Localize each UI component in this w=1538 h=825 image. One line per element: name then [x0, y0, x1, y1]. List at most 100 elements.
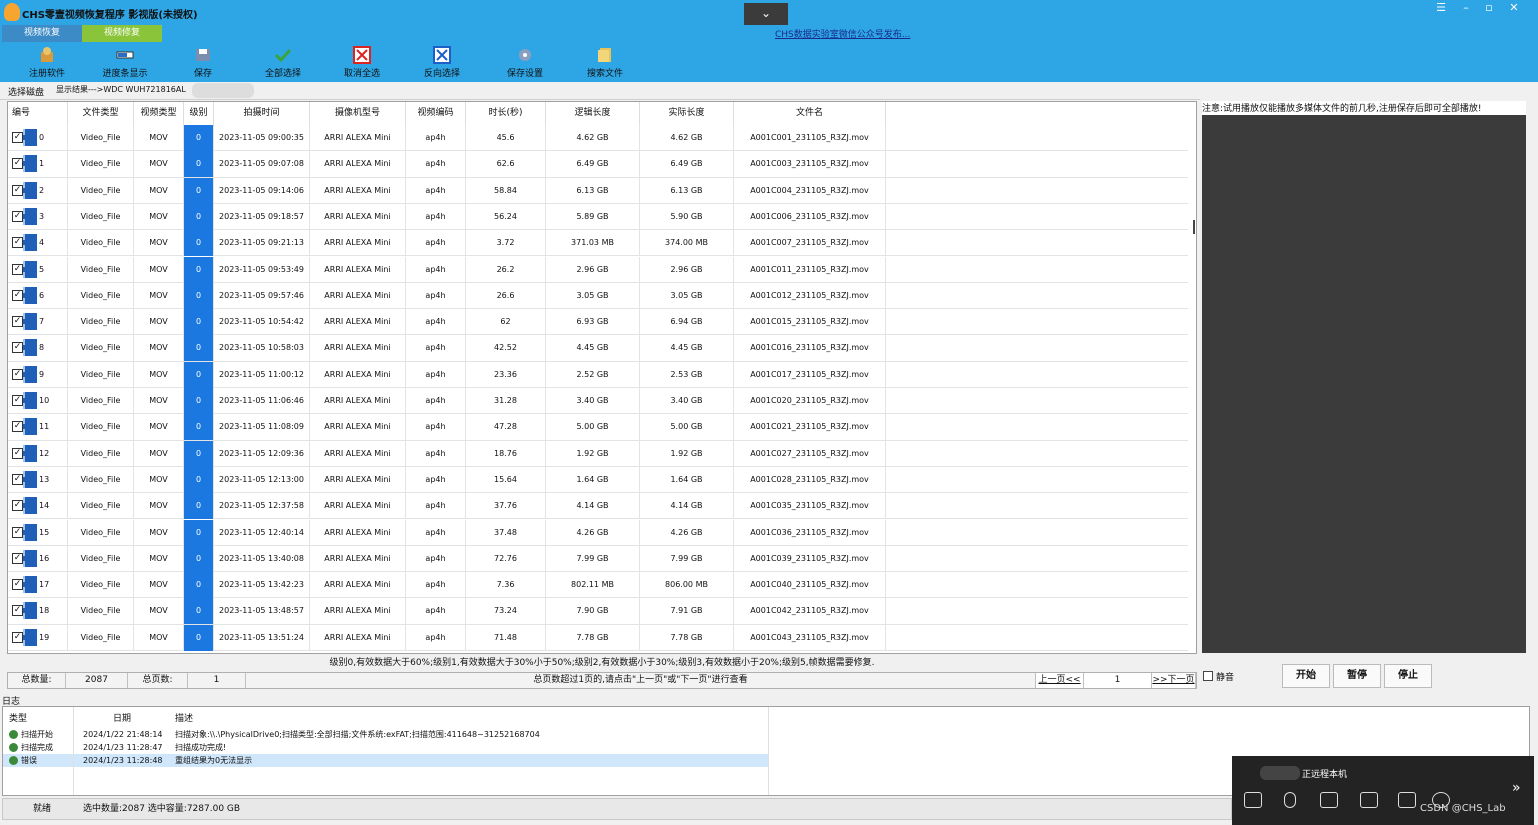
row-checkbox[interactable]: ✓ [12, 447, 23, 459]
row-checkbox[interactable]: ✓ [12, 289, 23, 301]
chat-icon[interactable] [1244, 792, 1262, 808]
row-checkbox[interactable]: ✓ [12, 158, 23, 170]
deselect-all-button[interactable]: 取消全选 [327, 46, 397, 80]
selection-status: 选中数量:2087 选中容量:7287.00 GB [83, 804, 241, 814]
row-checkbox[interactable]: ✓ [12, 631, 23, 643]
table-row[interactable]: ✓ 1 Video_File MOV 0 2023-11-05 09:07:08 ARRI … [8, 151, 1188, 178]
column-header[interactable]: 视频类型 [134, 102, 184, 125]
mute-checkbox[interactable] [1203, 671, 1213, 681]
table-row[interactable]: ✓ 11 Video_File MOV 0 2023-11-05 11:08:09 ARRI… [8, 414, 1188, 441]
column-header[interactable]: 视频编码 [406, 102, 466, 125]
pages-value: 1 [188, 673, 246, 688]
screen-icon[interactable] [1320, 792, 1338, 808]
table-row[interactable]: ✓ 17 Video_File MOV 0 2023-11-05 13:42:23 ARRI… [8, 572, 1188, 599]
cell-codec: ap4h [406, 230, 466, 257]
save-button[interactable]: 保存 [168, 46, 238, 80]
row-checkbox[interactable]: ✓ [12, 421, 23, 433]
row-checkbox[interactable]: ✓ [12, 184, 23, 196]
row-checkbox[interactable]: ✓ [12, 552, 23, 564]
row-number: 15 [39, 527, 50, 537]
pause-button[interactable]: 暂停 [1333, 664, 1381, 688]
table-row[interactable]: ✓ 18 Video_File MOV 0 2023-11-05 13:48:57 ARRI… [8, 598, 1188, 625]
prev-page-button[interactable]: 上一页<< [1036, 673, 1084, 688]
row-checkbox[interactable]: ✓ [12, 473, 23, 485]
stop-button[interactable]: 停止 [1384, 664, 1432, 688]
log-row[interactable]: 扫描开始 2024/1/22 21:48:14 扫描对象:\\.\Physica… [3, 728, 768, 741]
row-checkbox[interactable]: ✓ [12, 579, 23, 591]
next-page-button[interactable]: >>下一页 [1152, 673, 1196, 688]
row-checkbox[interactable]: ✓ [12, 316, 23, 328]
row-checkbox[interactable]: ✓ [12, 210, 23, 222]
table-row[interactable]: ✓ 4 Video_File MOV 0 2023-11-05 09:21:13 ARRI … [8, 230, 1188, 257]
tab-video-recover[interactable]: 视频恢复 [2, 25, 82, 42]
chevron-down-icon[interactable]: ⌄ [744, 3, 788, 25]
search-file-button[interactable]: 搜索文件 [570, 46, 640, 80]
invert-select-button[interactable]: 反向选择 [407, 46, 477, 80]
select-disk-button[interactable]: 选择磁盘 [8, 85, 44, 98]
menu-icon[interactable]: ☰ [1430, 1, 1452, 17]
row-checkbox[interactable]: ✓ [12, 342, 23, 354]
column-header[interactable]: 逻辑长度 [546, 102, 640, 125]
close-icon[interactable]: ✕ [1503, 1, 1525, 17]
table-row[interactable]: ✓ 7 Video_File MOV 0 2023-11-05 10:54:42 ARRI … [8, 309, 1188, 336]
table-row[interactable]: ✓ 3 Video_File MOV 0 2023-11-05 09:18:57 ARRI … [8, 203, 1188, 231]
column-header[interactable]: 级别 [184, 102, 214, 125]
column-header[interactable]: 实际长度 [640, 102, 734, 125]
column-header[interactable]: 编号 [8, 102, 68, 125]
table-row[interactable]: ✓ 6 Video_File MOV 0 2023-11-05 09:57:46 ARRI … [8, 282, 1188, 310]
cell-logical-size: 7.78 GB [546, 624, 640, 651]
row-checkbox[interactable]: ✓ [12, 263, 23, 275]
table-row[interactable]: ✓ 10 Video_File MOV 0 2023-11-05 11:06:46 ARRI… [8, 388, 1188, 415]
page-number-input[interactable]: 1 [1084, 673, 1152, 688]
row-checkbox[interactable]: ✓ [12, 526, 23, 538]
text-icon[interactable] [1360, 792, 1378, 808]
table-row[interactable]: ✓ 9 Video_File MOV 0 2023-11-05 11:00:12 ARRI … [8, 361, 1188, 388]
table-row[interactable]: ✓ 5 Video_File MOV 0 2023-11-05 09:53:49 ARRI … [8, 256, 1188, 283]
table-row[interactable]: ✓ 8 Video_File MOV 0 2023-11-05 10:58:03 ARRI … [8, 335, 1188, 362]
vertical-scrollbar[interactable] [1191, 102, 1196, 653]
microphone-icon[interactable] [1284, 792, 1296, 808]
video-file-icon [23, 576, 37, 594]
column-header[interactable]: 时长(秒) [466, 102, 546, 125]
cell-file-name: A001C027_231105_R3ZJ.mov [734, 440, 886, 467]
cell-actual-size: 7.91 GB [640, 598, 734, 625]
row-checkbox[interactable]: ✓ [12, 500, 23, 512]
file-transfer-icon[interactable] [1398, 792, 1416, 808]
column-header[interactable]: 文件名 [734, 102, 886, 125]
expand-icon[interactable]: » [1512, 780, 1521, 796]
row-checkbox[interactable]: ✓ [12, 605, 23, 617]
table-row[interactable]: ✓ 0 Video_File MOV 0 2023-11-05 09:00:35 ARRI … [8, 125, 1188, 152]
start-button[interactable]: 开始 [1282, 664, 1330, 688]
cell-file-type: Video_File [68, 598, 134, 625]
save-settings-button[interactable]: 保存设置 [490, 46, 560, 80]
restore-icon[interactable]: ▫ [1478, 1, 1500, 17]
row-checkbox[interactable]: ✓ [12, 368, 23, 380]
column-header[interactable]: 摄像机型号 [310, 102, 406, 125]
cell-duration: 31.28 [466, 388, 546, 414]
scroll-thumb[interactable] [1193, 220, 1195, 234]
table-row[interactable]: ✓ 13 Video_File MOV 0 2023-11-05 12:13:00 ARRI… [8, 466, 1188, 494]
register-button[interactable]: 注册软件 [12, 46, 82, 80]
minimize-icon[interactable]: – [1455, 1, 1477, 17]
log-row-selected[interactable]: 错误 2024/1/23 11:28:48 重组结果为0无法显示 [3, 754, 768, 767]
select-all-button[interactable]: 全部选择 [248, 46, 318, 80]
row-checkbox[interactable]: ✓ [12, 395, 23, 406]
table-row[interactable]: ✓ 12 Video_File MOV 0 2023-11-05 12:09:36 ARRI… [8, 440, 1188, 467]
table-row[interactable]: ✓ 16 Video_File MOV 0 2023-11-05 13:40:08 ARRI… [8, 545, 1188, 573]
table-row[interactable]: ✓ 2 Video_File MOV 0 2023-11-05 09:14:06 ARRI … [8, 177, 1188, 204]
column-header[interactable]: 文件类型 [68, 102, 134, 125]
cell-video-type: MOV [134, 335, 184, 362]
table-row[interactable]: ✓ 19 Video_File MOV 0 2023-11-05 13:51:24 ARRI… [8, 624, 1188, 651]
cell-camera: ARRI ALEXA Mini [310, 598, 406, 625]
table-row[interactable]: ✓ 14 Video_File MOV 0 2023-11-05 12:37:58 ARRI… [8, 493, 1188, 520]
row-checkbox[interactable]: ✓ [12, 237, 23, 249]
row-number: 16 [39, 553, 50, 563]
notice-link[interactable]: CHS数据实验室微信公众号发布... [775, 27, 910, 40]
video-file-icon [23, 129, 37, 146]
row-checkbox[interactable]: ✓ [12, 132, 23, 143]
log-row[interactable]: 扫描完成 2024/1/23 11:28:47 扫描成功完成! [3, 741, 768, 754]
column-header[interactable]: 拍摄时间 [214, 102, 310, 125]
progress-display-button[interactable]: 进度条显示 [90, 46, 160, 80]
tab-video-repair[interactable]: 视频修复 [82, 25, 162, 42]
table-row[interactable]: ✓ 15 Video_File MOV 0 2023-11-05 12:40:14 ARRI… [8, 519, 1188, 546]
